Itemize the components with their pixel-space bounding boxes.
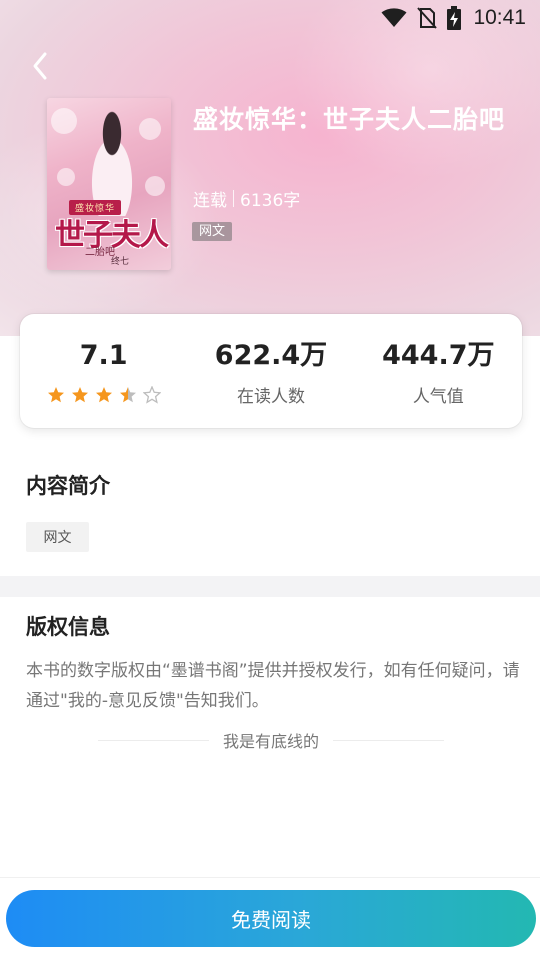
stats-card: 7.1 622.4万 在读人数 444.7万 人气值: [20, 314, 522, 428]
meta-separator: [233, 190, 234, 207]
status-bar: 10:41: [0, 0, 540, 36]
star-icon: [142, 386, 161, 404]
book-status: 连载: [193, 191, 227, 211]
chevron-left-icon: [33, 52, 47, 80]
star-icon: [119, 387, 136, 403]
battery-charging-icon: [447, 6, 462, 30]
rating-stars: [47, 386, 161, 404]
no-sim-icon: [417, 7, 438, 29]
rating-value: 7.1: [79, 340, 128, 371]
book-title: 盛妆惊华：世子夫人二胎吧: [193, 105, 506, 134]
end-of-content-marker: 我是有底线的: [98, 728, 445, 752]
copyright-text: 本书的数字版权由“墨谱书阁”提供并授权发行，如有任何疑问，请通过"我的-意见反馈…: [26, 661, 520, 711]
readers-stat: 622.4万 在读人数: [187, 314, 354, 428]
popularity-label: 人气值: [412, 387, 464, 407]
intro-tag[interactable]: 网文: [26, 522, 89, 552]
popularity-stat: 444.7万 人气值: [355, 314, 522, 428]
star-icon: [95, 387, 112, 403]
end-rule-right: [333, 739, 445, 741]
section-divider: [0, 576, 540, 597]
status-time: 10:41: [473, 6, 526, 29]
cover-author-text: 终七: [111, 257, 130, 267]
book-cover: 盛妆惊华 世子夫人 二胎吧 终七: [47, 98, 171, 270]
book-word-count: 6136字: [240, 191, 301, 211]
copyright-section-title: 版权信息: [26, 615, 110, 639]
free-read-button[interactable]: 免费阅读: [6, 890, 536, 947]
wifi-icon: [381, 8, 407, 27]
book-meta: 连载 6136字: [193, 186, 300, 211]
readers-value: 622.4万: [214, 340, 328, 371]
end-rule-left: [98, 739, 209, 741]
intro-section-title: 内容简介: [26, 474, 110, 498]
star-icon: [71, 387, 88, 403]
back-button[interactable]: [24, 50, 56, 82]
readers-label: 在读人数: [236, 387, 305, 407]
genre-tag: 网文: [192, 222, 233, 241]
star-icon: [47, 387, 64, 403]
popularity-value: 444.7万: [382, 340, 495, 371]
end-marker-text: 我是有底线的: [223, 732, 320, 751]
rating-stat: 7.1: [20, 314, 187, 428]
